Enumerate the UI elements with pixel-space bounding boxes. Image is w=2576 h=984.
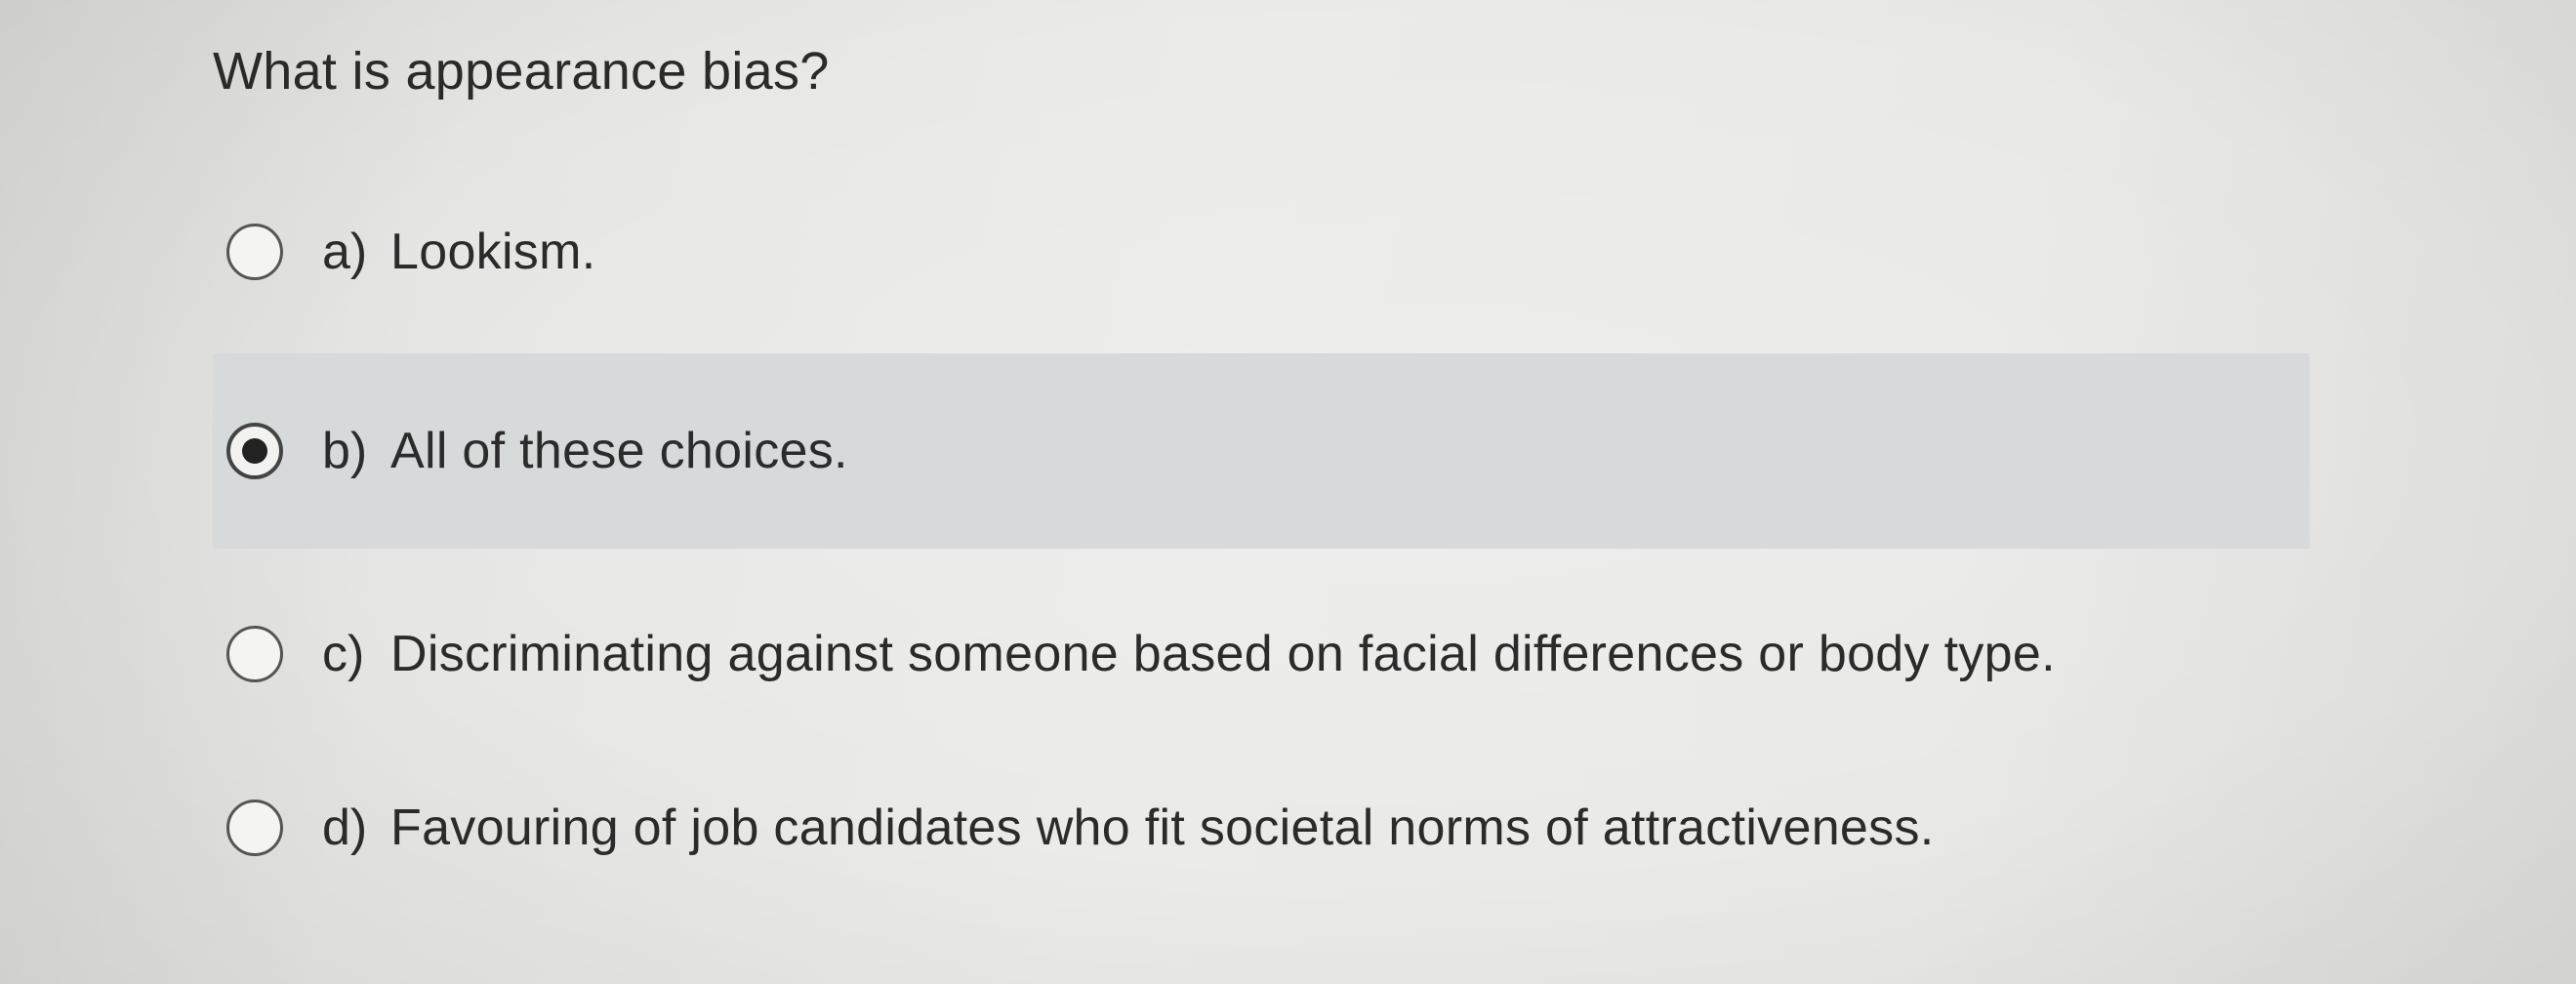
option-b[interactable]: b) All of these choices. — [213, 353, 2310, 549]
question-text: What is appearance bias? — [213, 42, 830, 101]
radio-button-c[interactable] — [226, 626, 283, 682]
option-c-letter: c) — [322, 626, 365, 682]
option-d-text: Favouring of job candidates who fit soci… — [390, 800, 1935, 856]
option-c-text: Discriminating against someone based on … — [390, 626, 2056, 682]
radio-button-a[interactable] — [226, 224, 283, 280]
option-a-text: Lookism. — [390, 224, 596, 280]
radio-button-b-selected[interactable] — [226, 423, 283, 479]
option-b-text: All of these choices. — [390, 423, 848, 479]
radio-button-d[interactable] — [226, 800, 283, 856]
option-d-letter: d) — [322, 800, 368, 856]
option-b-letter: b) — [322, 423, 368, 479]
option-a-letter: a) — [322, 224, 368, 280]
